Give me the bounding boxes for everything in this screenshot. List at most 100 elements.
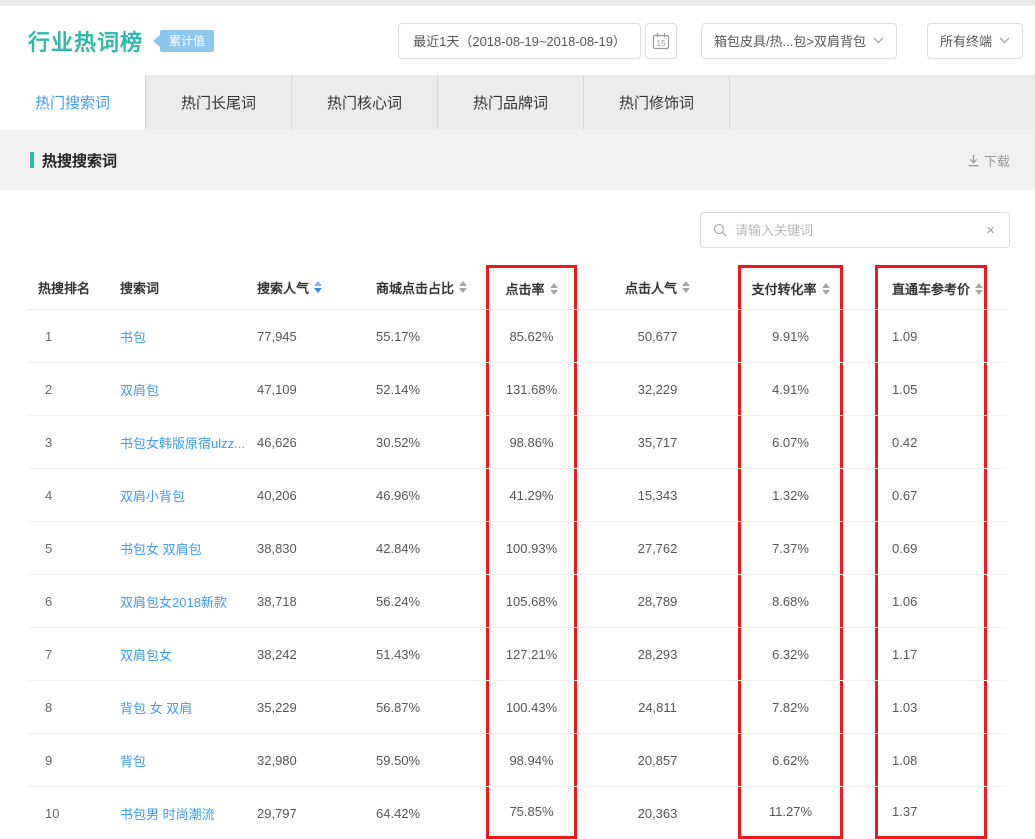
cell: 7.37% [738,522,843,574]
table-row: 9背包32,98059.50%98.94%20,8576.62%1.08 [28,734,1007,787]
keyword-link[interactable]: 双肩包 [115,363,257,415]
cell: 27,762 [577,522,738,574]
terminal-label: 所有终端 [940,31,992,50]
cell: 1.06 [875,575,987,627]
cell: 98.94% [486,734,577,786]
cell: 30.52% [376,416,486,468]
page-header: 行业热词榜 累计值 最近1天（2018-08-19~2018-08-19） 15… [0,6,1035,75]
cell: 50,677 [577,310,738,362]
tab-1[interactable]: 热门搜索词 [0,75,146,130]
page: 行业热词榜 累计值 最近1天（2018-08-19~2018-08-19） 15… [0,0,1035,839]
sort-icon[interactable] [550,283,558,295]
rank-cell: 4 [28,469,115,521]
keyword-link[interactable]: 书包女 双肩包 [115,522,257,574]
terminal-selector[interactable]: 所有终端 [927,23,1023,59]
sort-icon[interactable] [822,283,830,295]
cell: 1.03 [875,681,987,733]
cell: 41.29% [486,469,577,521]
search-input[interactable] [735,223,984,238]
date-range-selector[interactable]: 最近1天（2018-08-19~2018-08-19） [398,23,641,59]
sort-icon[interactable] [459,281,467,293]
table-row: 8背包 女 双肩35,22956.87%100.43%24,8117.82%1.… [28,681,1007,734]
cell: 98.86% [486,416,577,468]
cell: 1.17 [875,628,987,680]
table-row: 5书包女 双肩包38,83042.84%100.93%27,7627.37%0.… [28,522,1007,575]
accent-bar [30,152,34,168]
keyword-search-box: × [700,212,1010,248]
rank-cell: 2 [28,363,115,415]
cell: 51.43% [376,628,486,680]
rank-cell: 5 [28,522,115,574]
content-area: × 热搜排名搜索词搜索人气商城点击占比点击率点击人气支付转化率直通车参考价 1书… [0,190,1035,839]
search-icon [713,223,727,237]
sort-icon[interactable] [314,281,322,293]
table-row: 7双肩包女38,24251.43%127.21%28,2936.32%1.17 [28,628,1007,681]
cell: 56.24% [376,575,486,627]
keyword-link[interactable]: 书包 [115,310,257,362]
cell: 32,229 [577,363,738,415]
cell: 6.07% [738,416,843,468]
cell: 38,830 [257,522,376,574]
keyword-link[interactable]: 书包女韩版原宿ulzz... [115,416,257,468]
column-label: 支付转化率 [751,279,816,298]
download-button[interactable]: 下载 [967,151,1010,170]
column-header-4[interactable]: 商城点击占比 [376,265,486,309]
cell: 77,945 [257,310,376,362]
column-header-5[interactable]: 点击率 [486,265,577,309]
cell: 28,293 [577,628,738,680]
keyword-link[interactable]: 书包男 时尚潮流 [115,787,257,839]
column-label: 点击人气 [625,278,677,297]
keyword-link[interactable]: 双肩小背包 [115,469,257,521]
keyword-link[interactable]: 背包 女 双肩 [115,681,257,733]
badge-label: 累计值 [160,30,214,52]
cell: 15,343 [577,469,738,521]
column-header-6[interactable]: 点击人气 [577,265,738,309]
sort-icon[interactable] [975,283,983,295]
badge-arrow-icon [153,35,160,47]
cell: 35,717 [577,416,738,468]
table-row: 3书包女韩版原宿ulzz...46,62630.52%98.86%35,7176… [28,416,1007,469]
calendar-button[interactable]: 15 [645,23,677,59]
cell: 6.62% [738,734,843,786]
column-header-8[interactable]: 直通车参考价 [875,265,987,309]
cell: 100.43% [486,681,577,733]
column-label: 热搜排名 [38,278,90,297]
keyword-link[interactable]: 双肩包女 [115,628,257,680]
date-range-label: 最近1天（2018-08-19~2018-08-19） [413,31,626,50]
cell: 0.42 [875,416,987,468]
svg-text:15: 15 [656,39,665,48]
cell: 29,797 [257,787,376,839]
cell: 1.32% [738,469,843,521]
column-header-3[interactable]: 搜索人气 [257,265,376,309]
page-title: 行业热词榜 [28,25,143,57]
tab-3[interactable]: 热门核心词 [292,75,438,130]
keyword-link[interactable]: 背包 [115,734,257,786]
tab-4[interactable]: 热门品牌词 [438,75,584,130]
table-body: 1书包77,94555.17%85.62%50,6779.91%1.092双肩包… [28,310,1007,839]
cell: 55.17% [376,310,486,362]
cell: 7.82% [738,681,843,733]
cell: 46,626 [257,416,376,468]
tab-2[interactable]: 热门长尾词 [146,75,292,130]
section-title: 热搜搜索词 [42,150,117,171]
table-row: 2双肩包47,10952.14%131.68%32,2294.91%1.05 [28,363,1007,416]
cell: 40,206 [257,469,376,521]
cell: 47,109 [257,363,376,415]
clear-search-icon[interactable]: × [984,222,997,239]
tab-5[interactable]: 热门修饰词 [584,75,730,130]
section-title-wrap: 热搜搜索词 [30,150,117,171]
column-header-7[interactable]: 支付转化率 [738,265,843,309]
cell: 75.85% [486,787,577,839]
chevron-down-icon [873,37,884,44]
cell: 59.50% [376,734,486,786]
cell: 38,242 [257,628,376,680]
cell: 131.68% [486,363,577,415]
sort-icon[interactable] [682,281,690,293]
category-label: 箱包皮具/热...包>双肩背包 [714,31,866,50]
cell: 32,980 [257,734,376,786]
keyword-link[interactable]: 双肩包女2018新款 [115,575,257,627]
cell: 8.68% [738,575,843,627]
cumulative-badge: 累计值 [153,30,214,52]
download-icon [967,154,980,167]
category-selector[interactable]: 箱包皮具/热...包>双肩背包 [701,23,897,59]
